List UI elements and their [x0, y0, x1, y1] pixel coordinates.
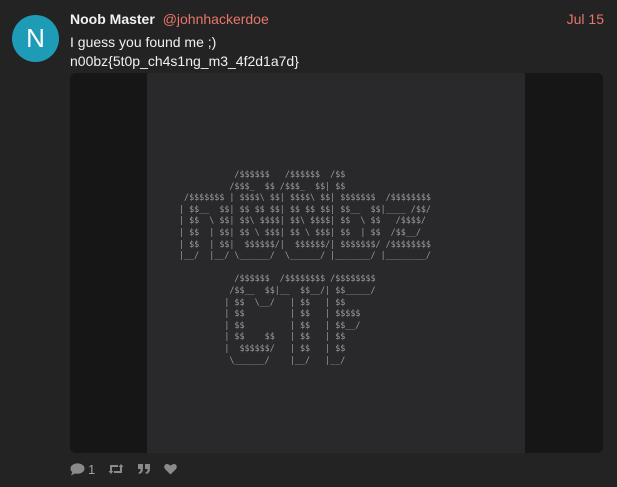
- post-header: Noob Master @johnhackerdoe Jul 15: [70, 11, 604, 31]
- post-date[interactable]: Jul 15: [567, 11, 604, 27]
- reply-button[interactable]: 1: [70, 462, 95, 477]
- post-text-line: I guess you found me ;): [70, 34, 217, 50]
- display-name[interactable]: Noob Master: [70, 11, 155, 27]
- like-button[interactable]: [164, 463, 177, 475]
- image-panel: /$$$$$$ /$$$$$$ /$$ /$$$_ $$ /$$$_ $$| $…: [147, 73, 525, 453]
- post-card: N Noob Master @johnhackerdoe Jul 15 I gu…: [0, 0, 617, 487]
- ascii-art: /$$$$$$ /$$$$$$ /$$ /$$$_ $$ /$$$_ $$| $…: [179, 170, 431, 366]
- avatar[interactable]: N: [12, 15, 59, 62]
- reply-count: 1: [88, 461, 96, 477]
- action-bar: 1: [70, 459, 190, 479]
- flag-text: n00bz{5t0p_ch4s1ng_m3_4f2d1a7d}: [70, 53, 299, 69]
- user-handle[interactable]: @johnhackerdoe: [163, 11, 269, 27]
- boost-button[interactable]: [108, 463, 124, 475]
- heart-icon: [164, 463, 177, 475]
- quote-button[interactable]: [137, 463, 151, 475]
- post-body: I guess you found me ;) n00bz{5t0p_ch4s1…: [70, 33, 299, 71]
- quote-icon: [138, 464, 151, 474]
- post-image[interactable]: /$$$$$$ /$$$$$$ /$$ /$$$_ $$ /$$$_ $$| $…: [70, 73, 603, 453]
- retweet-icon: [108, 464, 124, 474]
- speech-bubble-icon: [70, 462, 85, 475]
